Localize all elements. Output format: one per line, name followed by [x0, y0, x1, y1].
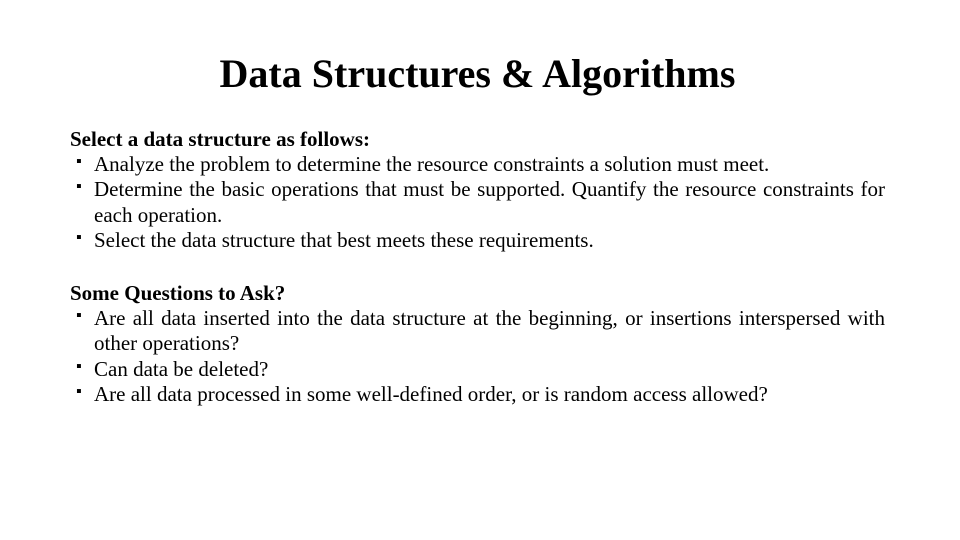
list-item: Select the data structure that best meet… — [94, 228, 885, 253]
page-title: Data Structures & Algorithms — [70, 50, 885, 97]
list-item: Analyze the problem to determine the res… — [94, 152, 885, 177]
list-item: Can data be deleted? — [94, 357, 885, 382]
list-item: Are all data processed in some well-defi… — [94, 382, 885, 407]
slide: Data Structures & Algorithms Select a da… — [0, 0, 960, 540]
list-item: Are all data inserted into the data stru… — [94, 306, 885, 356]
section-heading-1: Select a data structure as follows: — [70, 127, 885, 152]
section-heading-2: Some Questions to Ask? — [70, 281, 885, 306]
list-item: Determine the basic operations that must… — [94, 177, 885, 227]
bullet-list-1: Analyze the problem to determine the res… — [70, 152, 885, 253]
bullet-list-2: Are all data inserted into the data stru… — [70, 306, 885, 407]
